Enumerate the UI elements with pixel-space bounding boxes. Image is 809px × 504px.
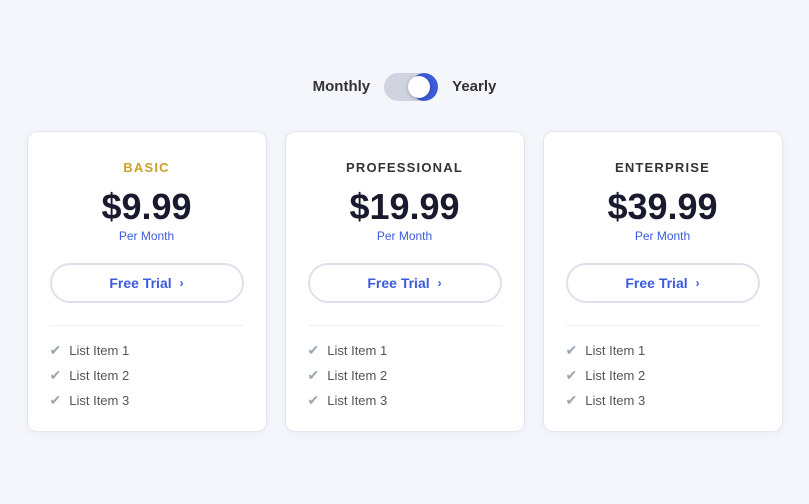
billing-toggle-section: Monthly Yearly	[20, 73, 789, 101]
list-item-pro-3: ✔ List Item 3	[308, 392, 502, 409]
toggle-thumb	[408, 76, 430, 98]
list-item-basic-2: ✔ List Item 2	[50, 367, 244, 384]
feature-label-basic-3: List Item 3	[69, 393, 129, 408]
plan-price-basic: $9.99	[101, 189, 191, 225]
feature-label-pro-2: List Item 2	[327, 368, 387, 383]
list-item-ent-2: ✔ List Item 2	[566, 367, 760, 384]
list-item-basic-1: ✔ List Item 1	[50, 342, 244, 359]
plan-name-professional: PROFESSIONAL	[346, 160, 463, 175]
trial-btn-label-basic: Free Trial	[109, 275, 171, 291]
chevron-icon-basic: ›	[180, 276, 184, 290]
yearly-label: Yearly	[452, 78, 496, 95]
monthly-label: Monthly	[313, 78, 371, 95]
feature-list-professional: ✔ List Item 1 ✔ List Item 2 ✔ List Item …	[308, 342, 502, 409]
feature-label-ent-1: List Item 1	[585, 343, 645, 358]
divider-professional	[308, 325, 502, 326]
plan-card-basic: BASIC $9.99 Per Month Free Trial › ✔ Lis…	[27, 131, 267, 432]
check-icon-ent-3: ✔	[566, 392, 578, 409]
list-item-pro-2: ✔ List Item 2	[308, 367, 502, 384]
check-icon-pro-1: ✔	[308, 342, 320, 359]
chevron-icon-enterprise: ›	[696, 276, 700, 290]
list-item-basic-3: ✔ List Item 3	[50, 392, 244, 409]
plan-card-enterprise: ENTERPRISE $39.99 Per Month Free Trial ›…	[543, 131, 783, 432]
trial-btn-label-professional: Free Trial	[367, 275, 429, 291]
feature-label-pro-1: List Item 1	[327, 343, 387, 358]
feature-label-basic-1: List Item 1	[69, 343, 129, 358]
pricing-page: Monthly Yearly BASIC $9.99 Per Month Fre…	[0, 43, 809, 462]
feature-label-basic-2: List Item 2	[69, 368, 129, 383]
plans-container: BASIC $9.99 Per Month Free Trial › ✔ Lis…	[20, 131, 789, 432]
check-icon-basic-1: ✔	[50, 342, 62, 359]
check-icon-pro-3: ✔	[308, 392, 320, 409]
trial-btn-label-enterprise: Free Trial	[625, 275, 687, 291]
divider-enterprise	[566, 325, 760, 326]
free-trial-button-basic[interactable]: Free Trial ›	[50, 263, 244, 303]
divider-basic	[50, 325, 244, 326]
check-icon-ent-1: ✔	[566, 342, 578, 359]
free-trial-button-professional[interactable]: Free Trial ›	[308, 263, 502, 303]
check-icon-basic-3: ✔	[50, 392, 62, 409]
list-item-ent-1: ✔ List Item 1	[566, 342, 760, 359]
plan-price-enterprise: $39.99	[607, 189, 717, 225]
chevron-icon-professional: ›	[438, 276, 442, 290]
list-item-pro-1: ✔ List Item 1	[308, 342, 502, 359]
plan-period-professional: Per Month	[377, 229, 432, 243]
plan-name-enterprise: ENTERPRISE	[615, 160, 710, 175]
check-icon-basic-2: ✔	[50, 367, 62, 384]
plan-period-enterprise: Per Month	[635, 229, 690, 243]
check-icon-pro-2: ✔	[308, 367, 320, 384]
plan-period-basic: Per Month	[119, 229, 174, 243]
plan-price-professional: $19.99	[349, 189, 459, 225]
billing-toggle[interactable]	[384, 73, 438, 101]
list-item-ent-3: ✔ List Item 3	[566, 392, 760, 409]
check-icon-ent-2: ✔	[566, 367, 578, 384]
free-trial-button-enterprise[interactable]: Free Trial ›	[566, 263, 760, 303]
plan-name-basic: BASIC	[123, 160, 169, 175]
feature-label-pro-3: List Item 3	[327, 393, 387, 408]
feature-label-ent-3: List Item 3	[585, 393, 645, 408]
feature-list-enterprise: ✔ List Item 1 ✔ List Item 2 ✔ List Item …	[566, 342, 760, 409]
plan-card-professional: PROFESSIONAL $19.99 Per Month Free Trial…	[285, 131, 525, 432]
feature-list-basic: ✔ List Item 1 ✔ List Item 2 ✔ List Item …	[50, 342, 244, 409]
feature-label-ent-2: List Item 2	[585, 368, 645, 383]
toggle-track[interactable]	[384, 73, 438, 101]
